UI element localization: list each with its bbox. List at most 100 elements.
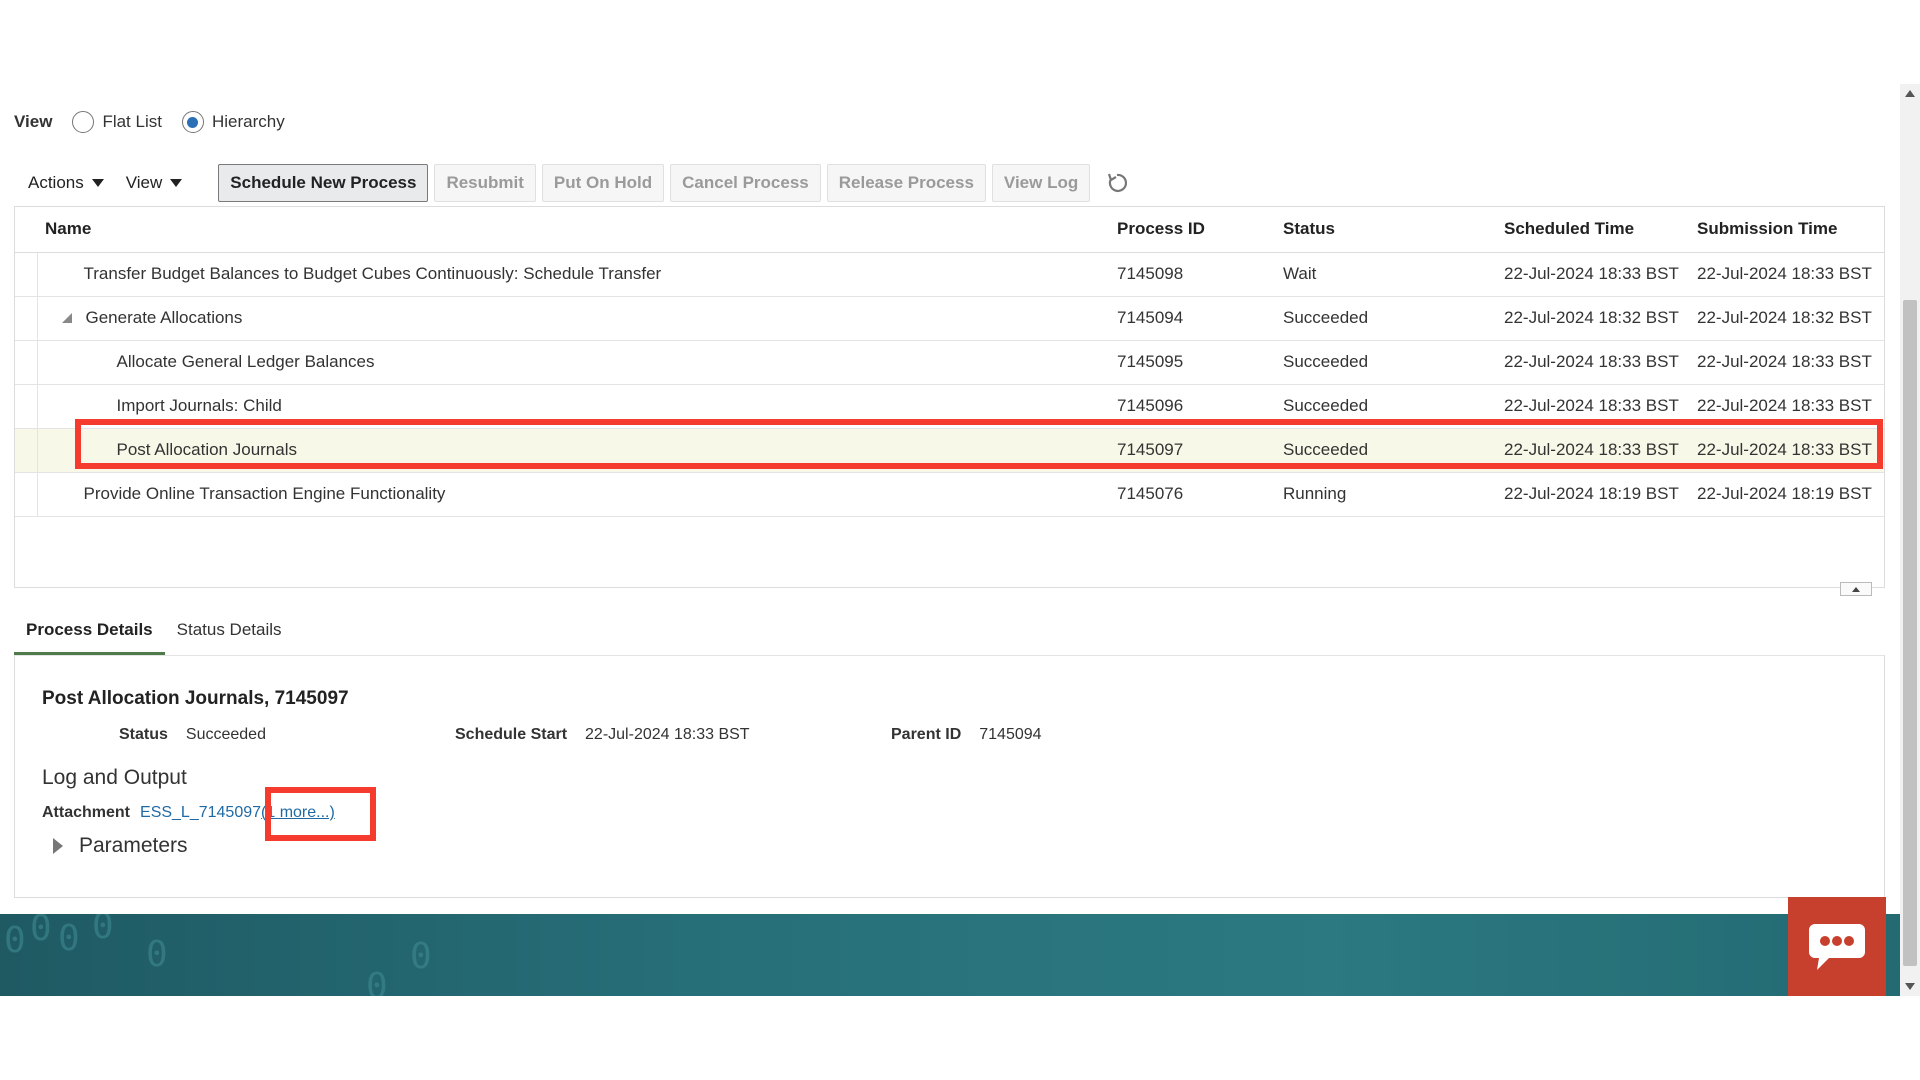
table-row[interactable]: Allocate General Ledger Balances 7145095… xyxy=(15,340,1884,385)
process-name[interactable]: Allocate General Ledger Balances xyxy=(117,352,375,372)
log-and-output-heading: Log and Output xyxy=(42,766,187,789)
table-header-row: Name Process ID Status Scheduled Time Su… xyxy=(15,207,1884,253)
parameters-toggle[interactable]: Parameters xyxy=(53,834,188,858)
status-cell: Succeeded xyxy=(1283,428,1504,473)
process-name[interactable]: Import Journals: Child xyxy=(117,396,282,416)
table-row-selected[interactable]: Post Allocation Journals 7145097 Succeed… xyxy=(15,428,1884,473)
parent-id-field: Parent ID 7145094 xyxy=(891,726,1042,744)
process-id-cell: 7145094 xyxy=(1117,296,1283,341)
process-name[interactable]: Provide Online Transaction Engine Functi… xyxy=(84,484,446,504)
process-id-cell: 7145095 xyxy=(1117,340,1283,385)
scheduled-time-column-header[interactable]: Scheduled Time xyxy=(1504,207,1697,253)
status-cell: Running xyxy=(1283,472,1504,517)
collapse-triangle-icon[interactable] xyxy=(61,313,72,323)
radio-unchecked-icon[interactable] xyxy=(72,111,95,133)
schedule-start-value: 22-Jul-2024 18:33 BST xyxy=(585,726,750,743)
scheduled-time-cell: 22-Jul-2024 18:32 BST xyxy=(1504,296,1697,341)
row-selector[interactable] xyxy=(15,296,38,341)
scrollbar-thumb[interactable] xyxy=(1903,300,1917,966)
process-name[interactable]: Transfer Budget Balances to Budget Cubes… xyxy=(84,264,662,284)
row-selector[interactable] xyxy=(15,340,38,385)
tab-status-details[interactable]: Status Details xyxy=(165,612,294,656)
chat-button[interactable] xyxy=(1788,897,1886,996)
parameters-label[interactable]: Parameters xyxy=(79,834,188,858)
status-cell: Succeeded xyxy=(1283,296,1504,341)
attachment-link[interactable]: ESS_L_7145097 xyxy=(140,804,261,822)
decorative-digit: 0 xyxy=(58,918,80,959)
actions-menu[interactable]: Actions xyxy=(28,173,104,193)
status-column-header[interactable]: Status xyxy=(1283,207,1504,253)
process-id-column-header[interactable]: Process ID xyxy=(1117,207,1283,253)
table-row[interactable]: Transfer Budget Balances to Budget Cubes… xyxy=(15,252,1884,297)
process-id-cell: 7145097 xyxy=(1117,428,1283,473)
submission-time-column-header[interactable]: Submission Time xyxy=(1697,207,1884,253)
caret-down-icon[interactable] xyxy=(170,179,183,187)
row-selector[interactable] xyxy=(15,252,38,297)
row-selector[interactable] xyxy=(15,428,38,473)
expand-triangle-icon[interactable] xyxy=(53,838,63,854)
submission-time-cell: 22-Jul-2024 18:33 BST xyxy=(1697,428,1884,473)
hierarchy-radio[interactable]: Hierarchy xyxy=(181,111,285,133)
decorative-digit: 0 xyxy=(146,934,168,975)
decorative-digit: 0 xyxy=(366,966,388,996)
vertical-scrollbar[interactable] xyxy=(1900,84,1920,996)
name-cell[interactable]: Allocate General Ledger Balances xyxy=(37,340,1117,385)
decorative-digit: 0 xyxy=(4,920,26,961)
tab-process-details[interactable]: Process Details xyxy=(14,612,165,656)
view-label: View xyxy=(14,112,53,131)
process-name[interactable]: Generate Allocations xyxy=(86,308,243,328)
process-details-panel: Post Allocation Journals, 7145097 Status… xyxy=(14,655,1885,898)
process-name[interactable]: Post Allocation Journals xyxy=(117,440,298,460)
view-log-button[interactable]: View Log xyxy=(991,164,1091,202)
process-toolbar: Actions View Schedule New Process Resubm… xyxy=(14,164,1130,202)
submission-time-cell: 22-Jul-2024 18:33 BST xyxy=(1697,384,1884,429)
more-attachments-link[interactable]: (1 more...) xyxy=(261,804,335,822)
put-on-hold-button[interactable]: Put On Hold xyxy=(541,164,665,202)
name-cell[interactable]: Provide Online Transaction Engine Functi… xyxy=(37,472,1117,517)
view-menu[interactable]: View xyxy=(126,173,183,193)
table-row[interactable]: Generate Allocations 7145094 Succeeded 2… xyxy=(15,296,1884,341)
scheduled-time-cell: 22-Jul-2024 18:33 BST xyxy=(1504,252,1697,297)
name-cell[interactable]: Generate Allocations xyxy=(37,296,1117,341)
view-menu-label[interactable]: View xyxy=(126,173,163,193)
attachment-row: Attachment ESS_L_7145097 (1 more...) xyxy=(42,804,335,822)
name-column-header[interactable]: Name xyxy=(37,207,1117,253)
name-cell[interactable]: Transfer Budget Balances to Budget Cubes… xyxy=(37,252,1117,297)
radio-checked-icon[interactable] xyxy=(181,111,204,133)
hierarchy-label[interactable]: Hierarchy xyxy=(212,112,285,132)
row-selector[interactable] xyxy=(15,384,38,429)
parent-id-label: Parent ID xyxy=(891,726,962,743)
decorative-digit: 0 xyxy=(92,914,114,947)
schedule-start-label: Schedule Start xyxy=(455,726,568,743)
actions-menu-label[interactable]: Actions xyxy=(28,173,84,193)
details-title: Post Allocation Journals, 7145097 xyxy=(42,688,349,709)
name-cell[interactable]: Post Allocation Journals xyxy=(37,428,1117,473)
scroll-down-icon[interactable] xyxy=(1905,983,1915,990)
scroll-to-top-icon[interactable] xyxy=(1840,582,1872,596)
release-process-button[interactable]: Release Process xyxy=(826,164,986,202)
refresh-icon[interactable] xyxy=(1104,170,1130,196)
details-tabs: Process Details Status Details xyxy=(14,612,294,656)
status-label: Status xyxy=(119,726,168,743)
resubmit-button[interactable]: Resubmit xyxy=(434,164,536,202)
name-cell[interactable]: Import Journals: Child xyxy=(37,384,1117,429)
view-selector: View Flat List Hierarchy xyxy=(14,110,305,134)
scheduled-time-cell: 22-Jul-2024 18:33 BST xyxy=(1504,340,1697,385)
table-row[interactable]: Import Journals: Child 7145096 Succeeded… xyxy=(15,384,1884,429)
process-id-cell: 7145096 xyxy=(1117,384,1283,429)
flat-list-label[interactable]: Flat List xyxy=(102,112,162,132)
decorative-digit: 0 xyxy=(30,914,52,949)
caret-down-icon[interactable] xyxy=(91,179,104,187)
schedule-new-process-button[interactable]: Schedule New Process xyxy=(218,164,429,202)
cancel-process-button[interactable]: Cancel Process xyxy=(670,164,821,202)
row-selector[interactable] xyxy=(15,472,38,517)
scroll-up-icon[interactable] xyxy=(1905,90,1915,97)
status-cell: Succeeded xyxy=(1283,340,1504,385)
decorative-digit: 0 xyxy=(410,936,432,977)
chat-bubble-icon[interactable] xyxy=(1807,920,1867,974)
flat-list-radio[interactable]: Flat List xyxy=(72,111,162,133)
schedule-start-field: Schedule Start 22-Jul-2024 18:33 BST xyxy=(455,726,750,744)
process-table: Name Process ID Status Scheduled Time Su… xyxy=(14,206,1885,588)
process-id-cell: 7145098 xyxy=(1117,252,1283,297)
table-row[interactable]: Provide Online Transaction Engine Functi… xyxy=(15,472,1884,517)
